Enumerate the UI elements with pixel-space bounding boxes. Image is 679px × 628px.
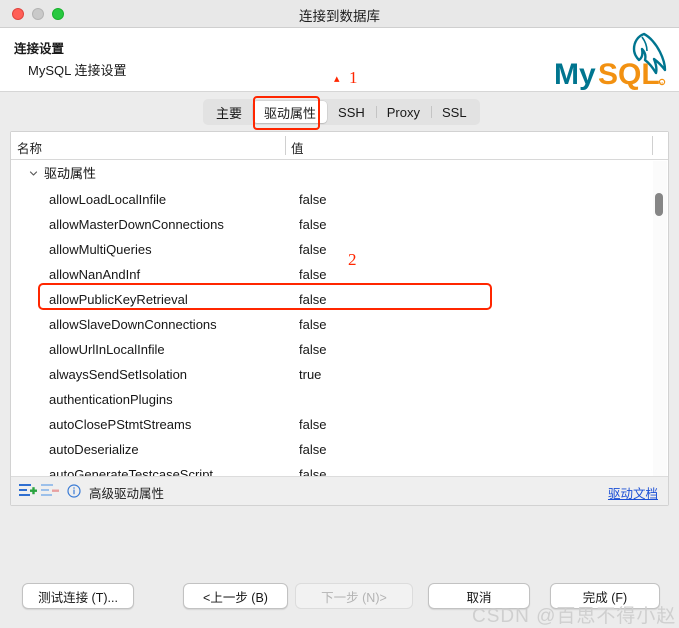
page-title: 连接设置 bbox=[14, 42, 65, 56]
driver-docs-link[interactable]: 驱动文档 bbox=[608, 483, 658, 502]
driver-properties-panel: 名称 值 驱动属性 allowLoadLocalInfile false all… bbox=[10, 131, 669, 506]
property-name: allowMasterDownConnections bbox=[49, 217, 224, 232]
table-row[interactable]: allowUrlInLocalInfile false bbox=[11, 337, 668, 362]
finish-button[interactable]: 完成 (F) bbox=[550, 583, 660, 609]
property-name: allowUrlInLocalInfile bbox=[49, 342, 165, 357]
scrollbar-thumb[interactable] bbox=[655, 193, 663, 216]
panel-footer-bar: 高级驱动属性 驱动文档 bbox=[11, 476, 668, 505]
advanced-driver-properties-label: 高级驱动属性 bbox=[89, 487, 165, 501]
property-name: allowMultiQueries bbox=[49, 242, 152, 257]
test-connection-button[interactable]: 测试连接 (T)... bbox=[22, 583, 134, 609]
table-row-allow-public-key-retrieval[interactable]: allowPublicKeyRetrieval false bbox=[11, 287, 668, 312]
property-value[interactable]: false bbox=[299, 462, 326, 477]
table-row[interactable]: allowLoadLocalInfile false bbox=[11, 187, 668, 212]
table-row[interactable]: allowSlaveDownConnections false bbox=[11, 312, 668, 337]
cancel-button[interactable]: 取消 bbox=[428, 583, 530, 609]
chevron-down-icon[interactable] bbox=[27, 160, 39, 187]
tab-proxy[interactable]: Proxy bbox=[375, 101, 431, 123]
table-row[interactable]: authenticationPlugins bbox=[11, 387, 668, 412]
svg-text:My: My bbox=[554, 58, 596, 91]
tab-ssh[interactable]: SSH bbox=[327, 101, 376, 123]
vertical-scrollbar[interactable] bbox=[653, 161, 667, 504]
table-group-row[interactable]: 驱动属性 bbox=[11, 160, 668, 187]
annotation-number-1: 1 bbox=[349, 68, 358, 87]
property-name: autoClosePStmtStreams bbox=[49, 417, 192, 432]
property-name: autoDeserialize bbox=[49, 442, 139, 457]
column-header-value[interactable]: 值 bbox=[291, 138, 304, 157]
info-icon[interactable] bbox=[67, 484, 81, 503]
tab-main[interactable]: 主要 bbox=[205, 101, 253, 123]
property-value[interactable]: false bbox=[299, 412, 326, 437]
table-row[interactable]: alwaysSendSetIsolation true bbox=[11, 362, 668, 387]
column-header-name[interactable]: 名称 bbox=[17, 138, 42, 157]
remove-property-icon[interactable] bbox=[41, 483, 59, 503]
property-value[interactable]: true bbox=[299, 362, 321, 387]
property-name: authenticationPlugins bbox=[49, 392, 173, 407]
property-value[interactable]: false bbox=[299, 237, 326, 262]
property-value[interactable]: false bbox=[299, 212, 326, 237]
property-name: allowSlaveDownConnections bbox=[49, 317, 217, 332]
table-header: 名称 值 bbox=[11, 132, 668, 160]
connect-to-database-window: 连接到数据库 连接设置 MySQL 连接设置 My SQL R 主要 驱动属性 … bbox=[0, 0, 679, 628]
property-value[interactable]: false bbox=[299, 437, 326, 462]
annotation-number-2: 2 bbox=[348, 250, 357, 269]
svg-text:R: R bbox=[660, 80, 663, 85]
tab-ssl[interactable]: SSL bbox=[431, 101, 478, 123]
properties-table-body[interactable]: 驱动属性 allowLoadLocalInfile false allowMas… bbox=[11, 160, 668, 477]
property-value[interactable]: false bbox=[299, 262, 326, 287]
titlebar: 连接到数据库 bbox=[0, 0, 679, 28]
window-title: 连接到数据库 bbox=[299, 9, 380, 24]
add-property-icon[interactable] bbox=[19, 483, 37, 503]
table-row[interactable]: allowMultiQueries false bbox=[11, 237, 668, 262]
property-value[interactable]: false bbox=[299, 337, 326, 362]
property-name: allowPublicKeyRetrieval bbox=[49, 292, 188, 307]
table-row[interactable]: autoClosePStmtStreams false bbox=[11, 412, 668, 437]
tab-segmented-control: 主要 驱动属性 SSH Proxy SSL bbox=[203, 99, 480, 125]
svg-text:SQL: SQL bbox=[598, 58, 660, 91]
previous-step-button[interactable]: <上一步 (B) bbox=[183, 583, 288, 609]
table-row[interactable]: allowNanAndInf false bbox=[11, 262, 668, 287]
property-name: allowLoadLocalInfile bbox=[49, 192, 167, 207]
table-row[interactable]: autoGenerateTestcaseScript false bbox=[11, 462, 668, 477]
table-row[interactable]: allowMasterDownConnections false bbox=[11, 212, 668, 237]
column-divider[interactable] bbox=[652, 136, 653, 155]
column-divider[interactable] bbox=[285, 136, 286, 155]
property-name: alwaysSendSetIsolation bbox=[49, 367, 188, 382]
property-value[interactable]: false bbox=[299, 312, 326, 337]
next-step-button: 下一步 (N)> bbox=[295, 583, 413, 609]
annotation-tick-icon: ▴ bbox=[334, 73, 340, 85]
group-label: 驱动属性 bbox=[44, 166, 97, 181]
mysql-logo: My SQL R bbox=[546, 30, 671, 92]
page-subtitle: MySQL 连接设置 bbox=[28, 63, 127, 78]
tab-driver-properties[interactable]: 驱动属性 bbox=[253, 101, 328, 123]
table-row[interactable]: autoDeserialize false bbox=[11, 437, 668, 462]
property-value[interactable]: false bbox=[299, 287, 326, 312]
property-value[interactable]: false bbox=[299, 187, 326, 212]
property-name: allowNanAndInf bbox=[49, 267, 141, 282]
property-name: autoGenerateTestcaseScript bbox=[49, 467, 214, 477]
